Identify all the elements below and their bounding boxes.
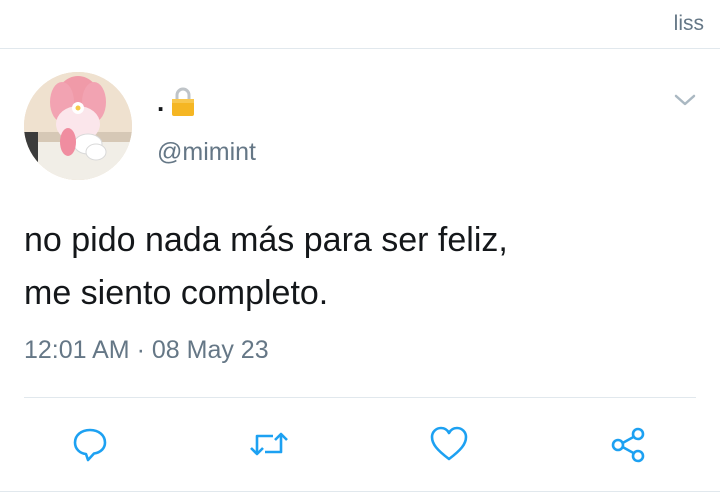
tweet-text-line-1: no pido nada más para ser feliz, <box>24 221 508 259</box>
display-name[interactable]: . <box>157 86 196 118</box>
account-name-label[interactable]: liss <box>674 12 704 36</box>
heart-icon <box>430 426 468 461</box>
avatar[interactable] <box>24 72 132 180</box>
retweet-button[interactable] <box>245 420 293 468</box>
tweet-timestamp[interactable]: 12:01 AM · 08 May 23 <box>24 336 269 365</box>
tweet-time: 12:01 AM <box>24 336 130 364</box>
tweet-text: no pido nada más para ser feliz, me sien… <box>24 214 694 320</box>
like-button[interactable] <box>425 420 473 468</box>
share-button[interactable] <box>604 420 652 468</box>
timestamp-separator: · <box>136 336 145 364</box>
reply-button[interactable] <box>66 420 114 468</box>
divider <box>24 397 696 398</box>
bottom-divider <box>0 491 720 492</box>
share-icon <box>611 427 645 463</box>
retweet-icon <box>250 432 288 456</box>
chevron-down-icon[interactable] <box>672 90 698 110</box>
avatar-image <box>24 72 132 180</box>
tweet-text-line-2: me siento completo. <box>24 274 329 312</box>
action-bar <box>0 420 720 470</box>
display-name-text: . <box>157 86 165 117</box>
top-bar: liss <box>0 0 720 49</box>
tweet-date: 08 May 23 <box>151 336 269 364</box>
lock-icon <box>172 87 195 116</box>
reply-icon <box>73 428 107 462</box>
user-handle[interactable]: @mimint <box>157 138 256 167</box>
